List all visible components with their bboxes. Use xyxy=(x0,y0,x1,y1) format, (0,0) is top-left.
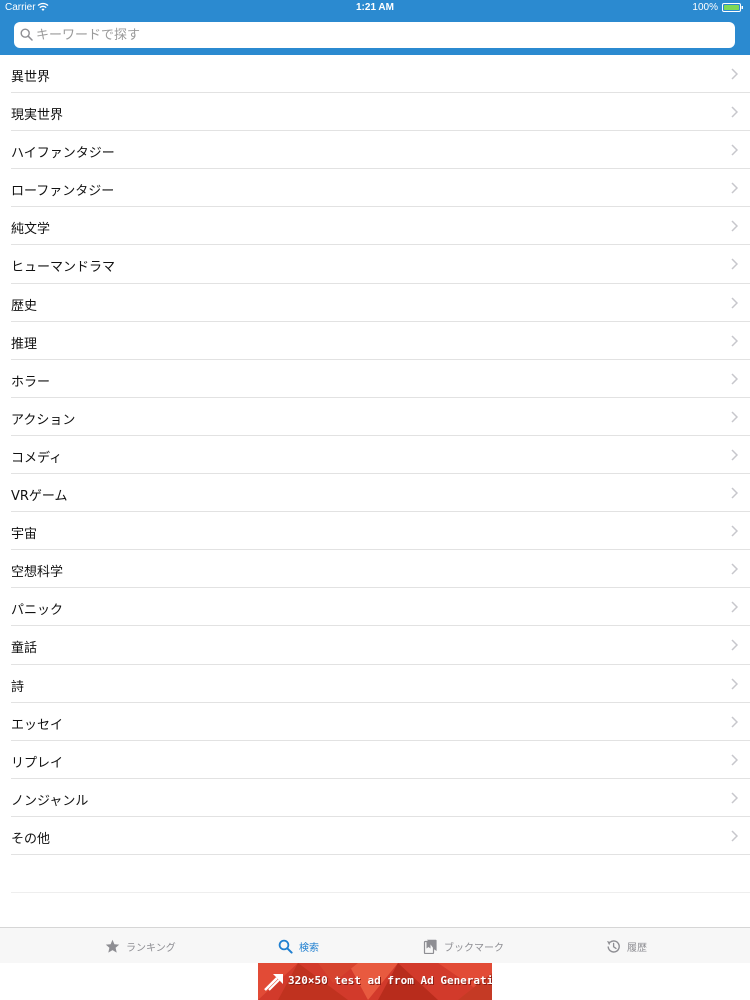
chevron-right-icon xyxy=(731,677,738,690)
genre-row[interactable]: ノンジャンル xyxy=(0,779,750,817)
genre-label: 現実世界 xyxy=(11,108,64,124)
chevron-right-icon xyxy=(731,68,738,80)
genre-label: アクション xyxy=(11,412,76,428)
genre-row[interactable]: コメディ xyxy=(0,436,750,475)
genre-row[interactable]: エッセイ xyxy=(0,703,750,741)
genre-label: 純文学 xyxy=(11,222,51,238)
genre-label: ハイファンタジー xyxy=(11,146,115,162)
search-icon xyxy=(20,28,33,41)
genre-label: 推理 xyxy=(11,336,38,352)
tab-ranking[interactable]: ランキング xyxy=(105,928,176,964)
genre-list: 異世界現実世界ハイファンタジー ローファンタジー 純文学ヒューマンドラマ 歴史推理ホラ… xyxy=(0,55,750,894)
genre-label: 詩 xyxy=(11,679,25,695)
search-input[interactable] xyxy=(36,22,726,48)
genre-label: ヒューマンドラマ xyxy=(11,260,116,276)
genre-row[interactable]: ホラー xyxy=(0,360,750,398)
tab-bookmark[interactable]: ブックマーク xyxy=(423,928,504,964)
genre-row[interactable]: ヒューマンドラマ xyxy=(0,245,750,284)
genre-row[interactable]: 異世界 xyxy=(0,55,750,94)
battery-icon xyxy=(722,3,743,12)
chevron-right-icon xyxy=(731,525,738,537)
ad-banner[interactable]: 320×50 test ad from Ad Generation xyxy=(258,963,492,1000)
arrow-logo-icon xyxy=(264,974,283,991)
genre-label: 異世界 xyxy=(11,70,51,85)
genre-row[interactable]: 現実世界 xyxy=(0,93,750,132)
genre-row[interactable]: 宇宙 xyxy=(0,512,750,551)
chevron-right-icon xyxy=(731,563,738,575)
genre-label: リプレイ xyxy=(11,755,64,771)
chevron-right-icon xyxy=(731,830,738,842)
chevron-right-icon xyxy=(731,220,738,232)
empty-row xyxy=(0,855,750,894)
genre-label: ホラー xyxy=(11,374,51,390)
genre-row[interactable]: パニック xyxy=(0,588,750,627)
genre-label: パニック xyxy=(11,603,64,619)
genre-row[interactable]: その他 xyxy=(0,817,750,856)
chevron-right-icon xyxy=(731,716,738,728)
genre-label: エッセイ xyxy=(11,717,64,733)
genre-label: 宇宙 xyxy=(11,527,38,543)
search-icon xyxy=(278,939,293,954)
battery-percentage: 100% xyxy=(692,2,718,13)
genre-label: その他 xyxy=(11,831,51,847)
status-bar: Carrier 1:21 AM 100% xyxy=(0,0,750,16)
history-icon xyxy=(607,939,620,953)
chevron-right-icon xyxy=(731,449,738,461)
chevron-right-icon xyxy=(731,487,738,499)
genre-row[interactable]: 純文学 xyxy=(0,207,750,246)
search-bar[interactable] xyxy=(14,22,735,48)
genre-row[interactable]: 推理 xyxy=(0,322,750,360)
chevron-right-icon xyxy=(731,258,738,270)
chevron-right-icon xyxy=(731,182,738,194)
chevron-right-icon xyxy=(731,411,738,423)
chevron-right-icon xyxy=(731,792,738,804)
chevron-right-icon xyxy=(731,297,738,309)
genre-row[interactable]: リプレイ xyxy=(0,741,750,779)
genre-row[interactable]: VRゲーム xyxy=(0,474,750,513)
genre-label: 歴史 xyxy=(11,298,38,314)
tab-history[interactable]: 履歴 xyxy=(606,928,647,964)
chevron-right-icon xyxy=(731,639,738,651)
chevron-right-icon xyxy=(731,601,738,613)
genre-row[interactable]: 詩 xyxy=(0,665,750,703)
ad-text: 320×50 test ad from Ad Generation xyxy=(288,974,492,987)
tab-label: 履歴 xyxy=(627,942,647,954)
genre-label: 童話 xyxy=(11,641,38,657)
genre-row[interactable]: 童話 xyxy=(0,626,750,665)
genre-row[interactable]: 空想科学 xyxy=(0,550,750,589)
chevron-right-icon xyxy=(731,106,738,118)
genre-label: VRゲーム xyxy=(11,489,68,505)
chevron-right-icon xyxy=(731,373,738,385)
genre-row[interactable]: アクション xyxy=(0,398,750,437)
chevron-right-icon xyxy=(731,144,738,156)
chevron-right-icon xyxy=(731,335,738,347)
tab-label: ブックマーク xyxy=(444,942,504,954)
star-icon xyxy=(105,939,120,953)
clock: 1:21 AM xyxy=(356,2,394,13)
tab-search[interactable]: 検索 xyxy=(278,928,319,964)
genre-row[interactable]: ハイファンタジー xyxy=(0,131,750,170)
genre-label: コメディ xyxy=(11,450,63,466)
tab-label: ランキング xyxy=(126,942,176,954)
tab-label: 検索 xyxy=(299,942,319,954)
genre-label: ノンジャンル xyxy=(11,793,89,809)
bookmark-icon xyxy=(423,939,437,954)
genre-label: ローファンタジー xyxy=(11,184,115,200)
genre-row[interactable]: 歴史 xyxy=(0,284,750,322)
header-bar: Carrier 1:21 AM 100% xyxy=(0,0,750,55)
genre-row[interactable]: ローファンタジー xyxy=(0,169,750,208)
chevron-right-icon xyxy=(731,754,738,766)
tab-bar: ランキング 検索 ブックマーク 履歴 xyxy=(0,927,750,963)
genre-label: 空想科学 xyxy=(11,565,64,581)
